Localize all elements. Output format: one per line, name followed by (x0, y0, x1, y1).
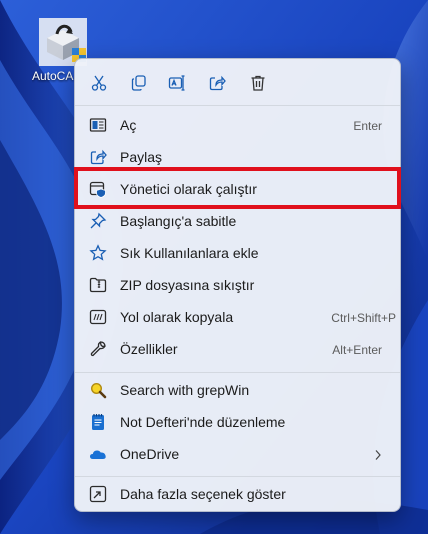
copy-icon (131, 75, 146, 91)
menu-item-onedrive[interactable]: OneDrive (79, 440, 396, 468)
menu-item-show-more-options[interactable]: Daha fazla seçenek göster (79, 480, 396, 508)
context-menu-toolbar (75, 59, 400, 105)
run-as-admin-shield-icon (89, 181, 106, 198)
notepad-icon (92, 414, 104, 430)
copy-path-icon (89, 309, 107, 325)
separator (75, 105, 400, 106)
share-icon (209, 75, 226, 91)
menu-item-label: Paylaş (120, 149, 163, 165)
menu-item-edit-in-notepad[interactable]: Not Defteri'nde düzenleme (79, 408, 396, 436)
copy-button[interactable] (127, 71, 151, 95)
chevron-right-icon (375, 450, 381, 460)
menu-item-share[interactable]: Paylaş (79, 143, 396, 171)
menu-item-compress-zip[interactable]: ZIP dosyasına sıkıştır (79, 271, 396, 299)
menu-item-shortcut: Alt+Enter (332, 343, 382, 357)
menu-item-shortcut: Ctrl+Shift+P (331, 311, 396, 325)
grepwin-search-icon (90, 382, 107, 399)
open-icon (89, 118, 107, 132)
menu-item-shortcut: Enter (353, 119, 382, 133)
delete-button[interactable] (246, 71, 270, 95)
cut-button[interactable] (87, 71, 111, 95)
menu-item-properties[interactable]: Özellikler Alt+Enter (79, 335, 396, 363)
menu-item-label: Başlangıç'a sabitle (120, 213, 237, 229)
menu-item-label: ZIP dosyasına sıkıştır (120, 277, 255, 293)
menu-item-run-as-admin[interactable]: Yönetici olarak çalıştır (79, 175, 396, 203)
pin-icon (90, 212, 107, 229)
menu-item-label: Search with grepWin (120, 382, 250, 398)
menu-item-label: OneDrive (120, 446, 180, 462)
rename-button[interactable] (165, 71, 189, 95)
star-icon (89, 244, 107, 261)
menu-item-label: Yol olarak kopyala (120, 309, 234, 325)
share-button[interactable] (205, 71, 229, 95)
share-icon (90, 149, 107, 165)
menu-item-open[interactable]: Aç Enter (79, 111, 396, 139)
onedrive-cloud-icon (90, 450, 106, 459)
separator (75, 372, 400, 373)
separator (75, 476, 400, 477)
rename-icon (168, 75, 185, 91)
delete-icon (251, 75, 265, 91)
wrench-icon (90, 341, 106, 357)
menu-item-label: Daha fazla seçenek göster (120, 486, 286, 502)
menu-item-copy-as-path[interactable]: Yol olarak kopyala Ctrl+Shift+P (79, 303, 396, 331)
menu-item-label: Aç (120, 117, 137, 133)
menu-item-label: Sık Kullanılanlara ekle (120, 245, 259, 261)
shortcut-label: AutoCA (32, 69, 74, 83)
menu-item-add-to-favorites[interactable]: Sık Kullanılanlara ekle (79, 239, 396, 267)
show-more-options-icon (89, 485, 107, 503)
menu-item-pin-to-start[interactable]: Başlangıç'a sabitle (79, 207, 396, 235)
context-menu: Aç Enter Paylaş Yönetici olarak çalıştır… (74, 58, 401, 512)
menu-item-label: Yönetici olarak çalıştır (120, 181, 257, 197)
cut-icon (91, 75, 107, 91)
zip-folder-icon (89, 277, 107, 293)
menu-item-label: Not Defteri'nde düzenleme (120, 414, 286, 430)
menu-item-search-grepwin[interactable]: Search with grepWin (79, 376, 396, 404)
menu-item-label: Özellikler (120, 341, 178, 357)
